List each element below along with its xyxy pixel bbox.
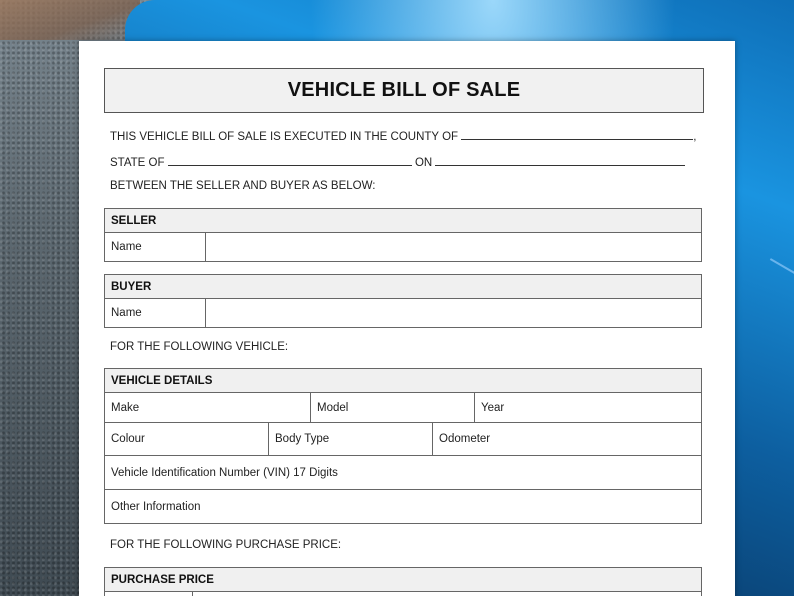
intro-line-between: BETWEEN THE SELLER AND BUYER AS BELOW: bbox=[110, 180, 376, 192]
price-intro-text: FOR THE FOLLOWING PURCHASE PRICE: bbox=[110, 539, 342, 551]
document-page: VEHICLE BILL OF SALE THIS VEHICLE BILL O… bbox=[79, 41, 735, 596]
buyer-name-field[interactable] bbox=[206, 299, 701, 327]
vehicle-row-vin: Vehicle Identification Number (VIN) 17 D… bbox=[105, 456, 701, 490]
state-blank-field[interactable] bbox=[167, 154, 412, 166]
scene: VEHICLE BILL OF SALE THIS VEHICLE BILL O… bbox=[0, 0, 794, 596]
seller-heading: SELLER bbox=[105, 209, 701, 233]
buyer-heading: BUYER bbox=[105, 275, 701, 299]
county-blank-field[interactable] bbox=[461, 128, 694, 140]
model-field[interactable]: Model bbox=[311, 393, 475, 422]
seller-name-label: Name bbox=[105, 233, 206, 261]
background-sand-image bbox=[0, 0, 140, 40]
intro-line-state: STATE OF ON bbox=[110, 154, 686, 169]
seller-name-row: Name bbox=[105, 233, 701, 261]
vehicle-row-make-model-year: Make Model Year bbox=[105, 393, 701, 423]
vin-field[interactable]: Vehicle Identification Number (VIN) 17 D… bbox=[105, 456, 701, 489]
intro-on-text: ON bbox=[414, 157, 433, 169]
purchase-price-label-cell bbox=[105, 592, 193, 596]
date-blank-field[interactable] bbox=[435, 154, 686, 166]
year-field[interactable]: Year bbox=[475, 393, 701, 422]
vehicle-details-heading: VEHICLE DETAILS bbox=[105, 369, 701, 393]
document-title: VEHICLE BILL OF SALE bbox=[104, 68, 704, 113]
vehicle-row-other: Other Information bbox=[105, 490, 701, 523]
intro-state-text: STATE OF bbox=[110, 157, 165, 169]
body-type-field[interactable]: Body Type bbox=[269, 423, 433, 455]
intro-county-comma: , bbox=[693, 131, 697, 143]
vehicle-intro-text: FOR THE FOLLOWING VEHICLE: bbox=[110, 341, 289, 353]
buyer-table: BUYER Name bbox=[104, 274, 702, 328]
odometer-field[interactable]: Odometer bbox=[433, 423, 701, 455]
other-information-field[interactable]: Other Information bbox=[105, 490, 701, 523]
buyer-name-row: Name bbox=[105, 299, 701, 327]
intro-line-county: THIS VEHICLE BILL OF SALE IS EXECUTED IN… bbox=[110, 128, 696, 143]
vehicle-row-colour-body-odometer: Colour Body Type Odometer bbox=[105, 423, 701, 456]
vehicle-details-table: VEHICLE DETAILS Make Model Year Colour B… bbox=[104, 368, 702, 524]
buyer-name-label: Name bbox=[105, 299, 206, 327]
purchase-price-table: PURCHASE PRICE bbox=[104, 567, 702, 596]
seller-name-field[interactable] bbox=[206, 233, 701, 261]
purchase-price-field[interactable] bbox=[193, 592, 701, 596]
purchase-price-heading: PURCHASE PRICE bbox=[105, 568, 701, 592]
make-field[interactable]: Make bbox=[105, 393, 311, 422]
intro-county-text: THIS VEHICLE BILL OF SALE IS EXECUTED IN… bbox=[110, 131, 459, 143]
colour-field[interactable]: Colour bbox=[105, 423, 269, 455]
purchase-price-row bbox=[105, 592, 701, 596]
seller-table: SELLER Name bbox=[104, 208, 702, 262]
